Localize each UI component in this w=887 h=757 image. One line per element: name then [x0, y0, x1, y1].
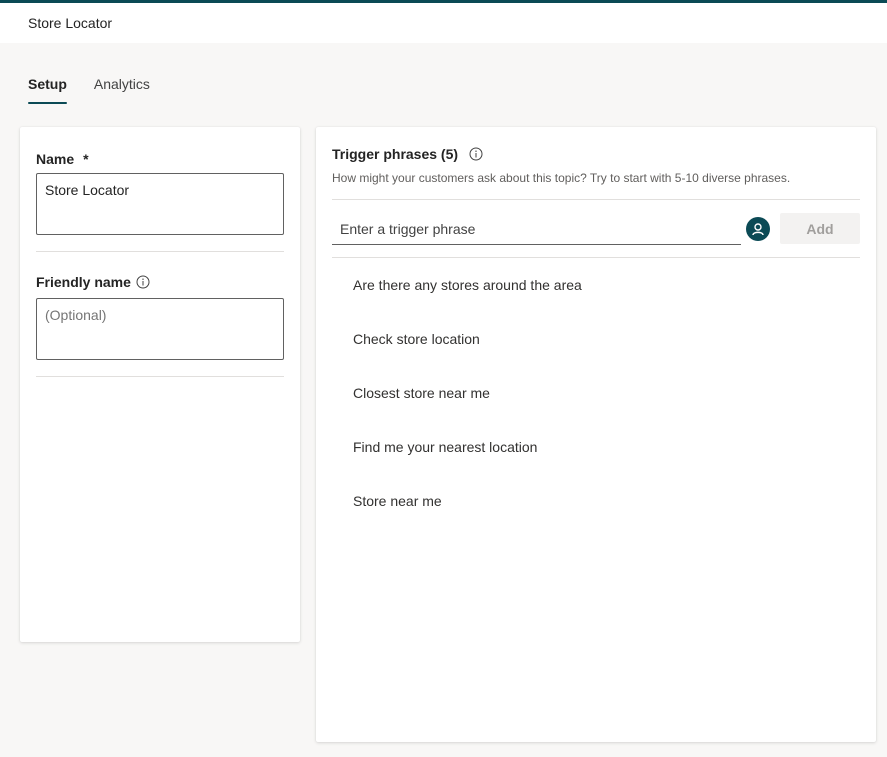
list-item[interactable]: Closest store near me	[353, 385, 582, 439]
add-button[interactable]: Add	[780, 213, 860, 244]
page-title: Store Locator	[28, 15, 113, 31]
friendly-name-label-row: Friendly name	[36, 274, 150, 290]
divider	[332, 257, 860, 258]
app-header: Store Locator	[0, 3, 887, 43]
name-field[interactable]: Store Locator	[36, 173, 284, 235]
tab-setup[interactable]: Setup	[28, 76, 67, 104]
trigger-phrases-panel: Trigger phrases (5) How might your custo…	[316, 127, 876, 742]
list-item[interactable]: Store near me	[353, 493, 582, 547]
tab-bar: Setup Analytics	[28, 76, 150, 104]
trigger-phrases-header: Trigger phrases (5)	[332, 146, 483, 162]
divider	[332, 199, 860, 200]
list-item[interactable]: Are there any stores around the area	[353, 277, 582, 331]
name-label: Name	[36, 151, 75, 167]
divider	[36, 251, 284, 252]
info-icon[interactable]	[469, 147, 483, 161]
friendly-name-label: Friendly name	[36, 274, 131, 290]
friendly-name-field-group: Friendly name	[36, 274, 150, 290]
required-marker: *	[83, 151, 89, 167]
tab-analytics[interactable]: Analytics	[94, 76, 150, 104]
info-icon[interactable]	[136, 275, 150, 289]
name-label-row: Name *	[36, 151, 89, 167]
person-icon	[746, 217, 770, 241]
list-item[interactable]: Find me your nearest location	[353, 439, 582, 493]
topic-details-panel: Name * Store Locator Friendly name	[20, 127, 300, 642]
divider	[36, 376, 284, 377]
trigger-phrases-description: How might your customers ask about this …	[332, 171, 791, 185]
friendly-name-field[interactable]	[36, 298, 284, 360]
trigger-phrases-title: Trigger phrases (5)	[332, 146, 459, 162]
name-field-group: Name *	[36, 151, 89, 167]
list-item[interactable]: Check store location	[353, 331, 582, 385]
trigger-phrase-list: Are there any stores around the area Che…	[353, 277, 582, 547]
trigger-phrase-input[interactable]	[332, 213, 741, 245]
